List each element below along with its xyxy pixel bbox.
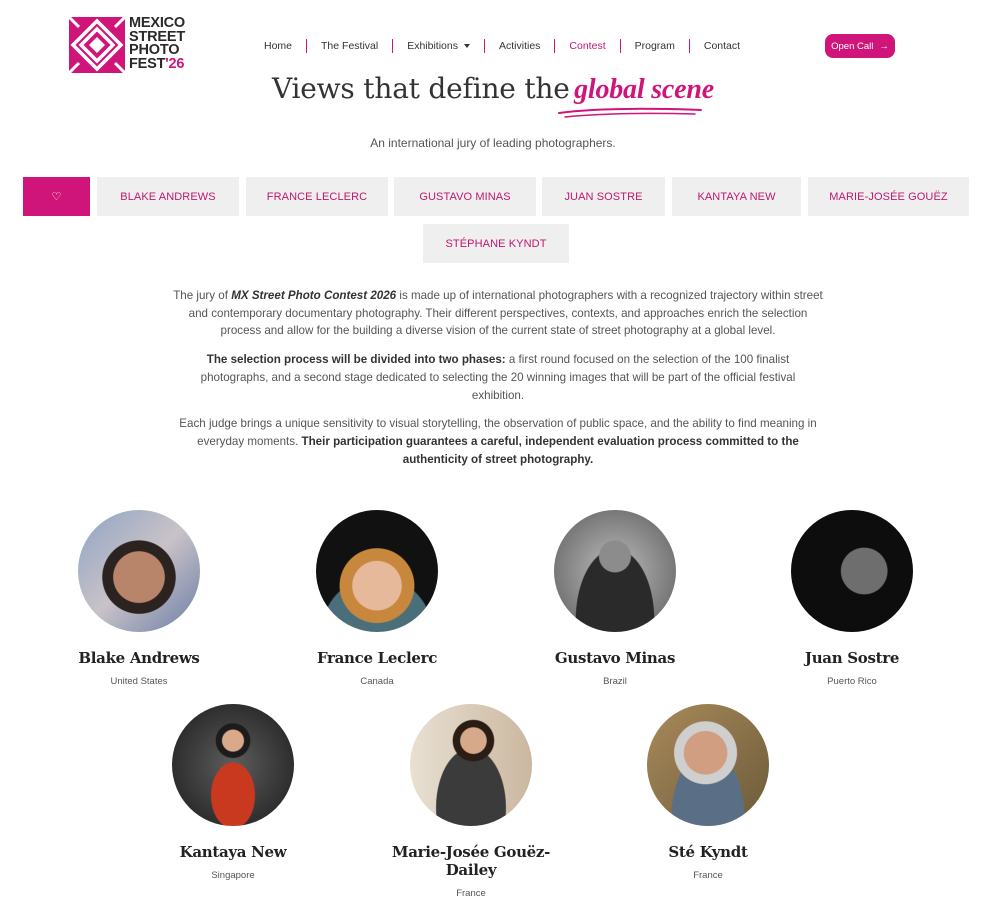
paragraph-text: The jury of xyxy=(173,289,232,302)
hero-subtitle: An international jury of leading photogr… xyxy=(370,136,616,150)
tab-stephane-kyndt[interactable]: Stéphane Kyndt xyxy=(423,224,569,263)
paragraph: The selection process will be divided in… xyxy=(173,351,823,404)
logo-year: '26 xyxy=(165,55,185,72)
nav-item-exhibitions-label: Exhibitions xyxy=(407,40,458,52)
jury-country: Canada xyxy=(360,676,394,687)
brush-underline-icon xyxy=(558,107,702,118)
heart-icon: ♡ xyxy=(51,191,62,203)
hero-title-plain: Views that define the xyxy=(272,72,570,105)
avatar xyxy=(410,704,532,826)
jury-name: Sté Kyndt xyxy=(668,843,748,861)
jury-name: Juan Sostre xyxy=(804,649,900,667)
arrow-right-icon: → xyxy=(879,40,889,52)
avatar xyxy=(316,510,438,632)
main-nav: Home The Festival Exhibitions Activities… xyxy=(250,38,754,54)
nav-item-home[interactable]: Home xyxy=(250,40,306,52)
tab-marie-josee-gouez[interactable]: Marie-Josée Gouëz xyxy=(808,177,969,216)
jury-country: Singapore xyxy=(211,870,255,881)
tab-all[interactable]: ♡ xyxy=(23,177,90,216)
avatar xyxy=(647,704,769,826)
nav-item-exhibitions[interactable]: Exhibitions xyxy=(393,40,484,52)
tab-gustavo-minas[interactable]: Gustavo Minas xyxy=(394,177,536,216)
tab-blake-andrews[interactable]: Blake Andrews xyxy=(97,177,239,216)
paragraph: The jury of MX Street Photo Contest 2026… xyxy=(173,287,823,340)
jury-description: The jury of MX Street Photo Contest 2026… xyxy=(173,287,823,479)
hero-title-accent: global scene xyxy=(574,74,714,105)
logo-line-4: FEST'26 xyxy=(129,55,185,72)
jury-country: United States xyxy=(110,676,168,687)
jury-name: Kantaya New xyxy=(179,843,287,861)
jury-country: Puerto Rico xyxy=(827,676,877,687)
paragraph: Each judge brings a unique sensitivity t… xyxy=(173,415,823,468)
logo-fest: FEST xyxy=(129,55,166,72)
avatar xyxy=(172,704,294,826)
tab-france-leclerc[interactable]: France Leclerc xyxy=(246,177,388,216)
chevron-down-icon xyxy=(463,44,470,48)
jury-card[interactable]: France Leclerc Canada xyxy=(277,510,477,687)
nav-item-festival[interactable]: The Festival xyxy=(307,40,392,52)
festival-logo[interactable]: MEXICO STREET PHOTO FEST'26 xyxy=(69,16,185,73)
avatar xyxy=(791,510,913,632)
avatar xyxy=(554,510,676,632)
jury-card[interactable]: Blake Andrews United States xyxy=(39,510,239,687)
logo-mark-icon xyxy=(69,17,125,73)
paragraph-bold: The selection process will be divided in… xyxy=(206,353,506,367)
hero-title: Views that define the global scene xyxy=(0,72,986,106)
paragraph-bold: Their participation guarantees a careful… xyxy=(301,434,799,466)
jury-name: Marie-Josée Gouëz-Dailey xyxy=(391,843,551,879)
jury-name: France Leclerc xyxy=(316,649,438,667)
nav-item-program[interactable]: Program xyxy=(621,40,689,52)
open-call-button[interactable]: Open Call → xyxy=(825,34,895,58)
jury-country: France xyxy=(693,870,723,881)
jury-card[interactable]: Sté Kyndt France xyxy=(608,704,808,881)
jury-name: Blake Andrews xyxy=(78,649,200,667)
jury-name: Gustavo Minas xyxy=(554,649,676,667)
jury-card[interactable]: Marie-Josée Gouëz-Dailey France xyxy=(371,704,571,899)
jury-card[interactable]: Gustavo Minas Brazil xyxy=(515,510,715,687)
open-call-label: Open Call xyxy=(831,40,874,52)
contest-name: MX Street Photo Contest 2026 xyxy=(231,289,397,302)
logo-wordmark: MEXICO STREET PHOTO FEST'26 xyxy=(129,16,185,72)
jury-card[interactable]: Juan Sostre Puerto Rico xyxy=(752,510,952,687)
nav-item-contact[interactable]: Contact xyxy=(690,40,754,52)
nav-item-activities[interactable]: Activities xyxy=(485,40,554,52)
tab-juan-sostre[interactable]: Juan Sostre xyxy=(542,177,665,216)
jury-country: France xyxy=(456,888,486,899)
avatar xyxy=(78,510,200,632)
nav-item-contest[interactable]: Contest xyxy=(555,40,619,52)
tab-kantaya-new[interactable]: Kantaya New xyxy=(672,177,801,216)
jury-card[interactable]: Kantaya New Singapore xyxy=(133,704,333,881)
jury-country: Brazil xyxy=(603,676,627,687)
